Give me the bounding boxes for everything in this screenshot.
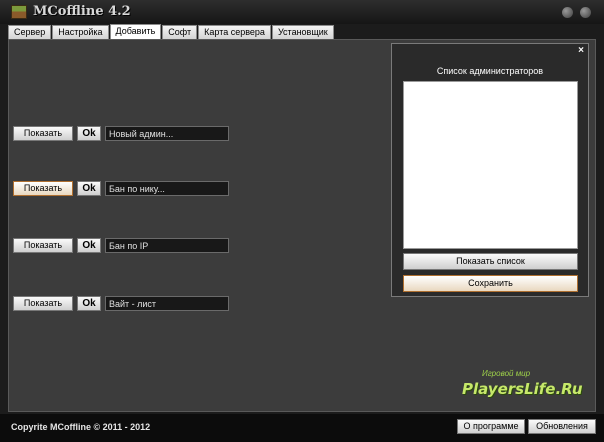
ok-whitelist-button[interactable]: Ok — [77, 296, 101, 311]
show-whitelist-button[interactable]: Показать — [13, 296, 73, 311]
updates-button[interactable]: Обновления — [528, 419, 596, 434]
tab-bar: Сервер Настройка Добавить Софт Карта сер… — [8, 24, 335, 39]
ban-ip-input[interactable] — [105, 238, 229, 253]
admin-list-title: Список администраторов — [436, 66, 544, 76]
copyright-text: Copyrite MCoffline © 2011 - 2012 — [11, 422, 151, 432]
show-ban-ip-button[interactable]: Показать — [13, 238, 73, 253]
ok-ban-nick-button[interactable]: Ok — [77, 181, 101, 196]
close-icon[interactable]: × — [578, 45, 584, 56]
ok-ban-ip-button[interactable]: Ok — [77, 238, 101, 253]
watermark-logo: Игровой мир PlayersLife.Ru — [462, 369, 594, 409]
title-bar: MCoffline 4.2 — [0, 0, 604, 24]
ban-nick-input[interactable] — [105, 181, 229, 196]
tab-software[interactable]: Софт — [162, 25, 198, 39]
tab-server-map[interactable]: Карта сервера — [198, 25, 271, 39]
tab-add[interactable]: Добавить — [109, 24, 162, 39]
app-icon — [11, 5, 27, 19]
tab-server[interactable]: Сервер — [8, 25, 52, 39]
tab-settings[interactable]: Настройка — [52, 25, 109, 39]
watermark-caption: Игровой мир — [482, 369, 531, 378]
show-ban-nick-button[interactable]: Показать — [13, 181, 73, 196]
save-button[interactable]: Сохранить — [403, 275, 578, 292]
close-window-icon[interactable] — [580, 7, 591, 18]
new-admin-input[interactable] — [105, 126, 229, 141]
about-button[interactable]: О программе — [457, 419, 525, 434]
admin-list[interactable] — [403, 81, 578, 249]
tab-installer[interactable]: Установщик — [271, 25, 334, 39]
status-bar: Copyrite MCoffline © 2011 - 2012 О прогр… — [0, 414, 604, 442]
admin-list-panel: × Список администраторов Показать список… — [391, 43, 589, 297]
whitelist-input[interactable] — [105, 296, 229, 311]
show-list-button[interactable]: Показать список — [403, 253, 578, 270]
ok-new-admin-button[interactable]: Ok — [77, 126, 101, 141]
minimize-icon[interactable] — [562, 7, 573, 18]
watermark-brand: PlayersLife.Ru — [462, 380, 583, 398]
show-new-admin-button[interactable]: Показать — [13, 126, 73, 141]
window-title: MCoffline 4.2 — [33, 4, 131, 19]
